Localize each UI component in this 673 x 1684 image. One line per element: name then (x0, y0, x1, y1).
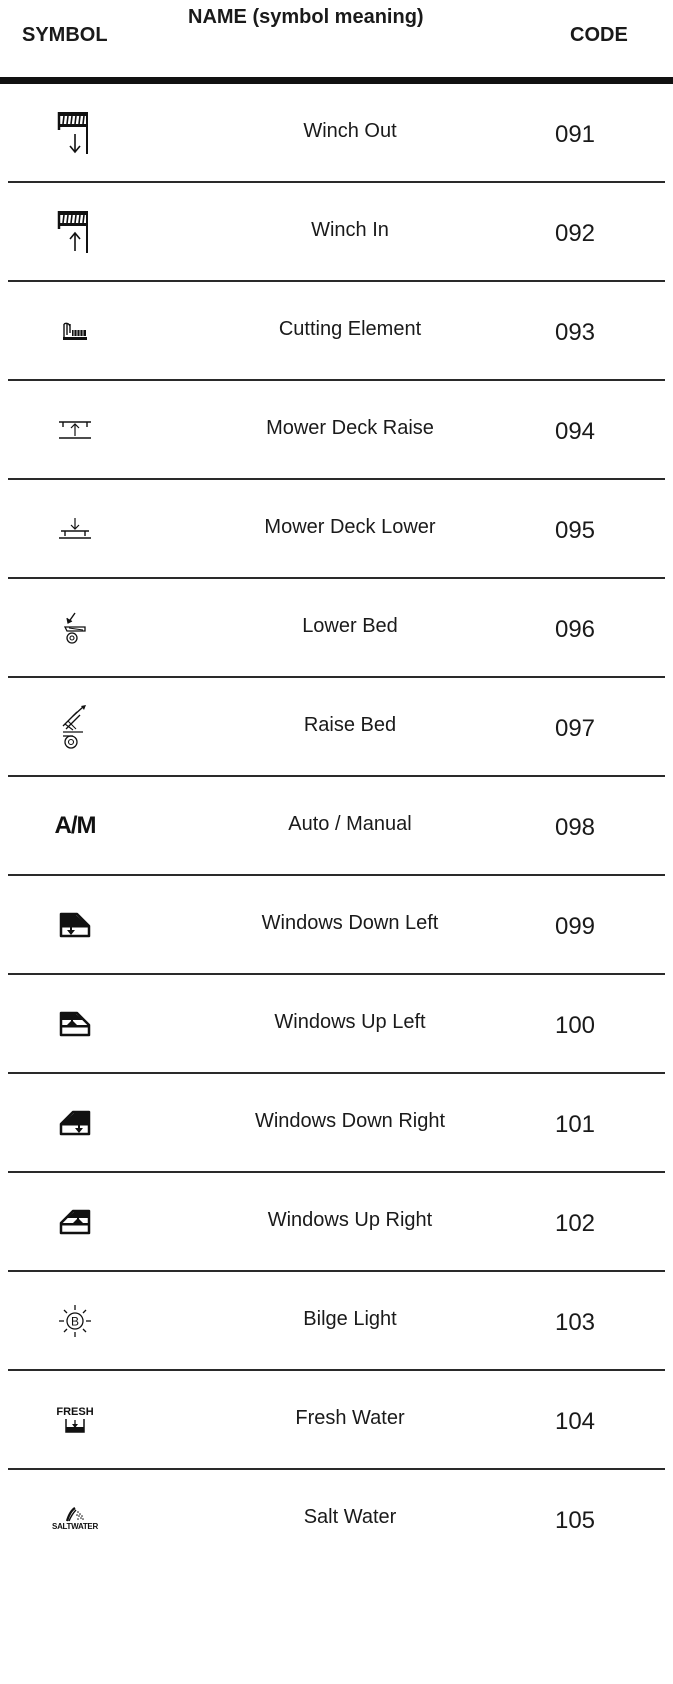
symbol-code: 094 (554, 417, 596, 445)
symbol-code: 105 (554, 1506, 596, 1534)
symbol-name: Fresh Water (295, 1407, 405, 1429)
salt-water-icon: SALTWATER (30, 1470, 120, 1567)
table-row: Windows Up Right 102 (0, 1173, 673, 1272)
mower-deck-raise-icon (30, 381, 120, 478)
table-row: FRESH Fresh Water 104 (0, 1371, 673, 1470)
symbol-code: 098 (554, 813, 596, 841)
symbol-name: Cutting Element (278, 318, 422, 340)
code-column-header: CODE (570, 24, 628, 46)
symbol-code: 102 (554, 1209, 596, 1237)
cutting-element-icon (30, 282, 120, 379)
table-row: SALTWATER Salt Water 105 (0, 1470, 673, 1569)
symbol-code: 101 (554, 1110, 596, 1138)
symbol-name: Lower Bed (302, 615, 398, 637)
symbol-name: Raise Bed (303, 714, 397, 736)
symbol-code: 096 (554, 615, 596, 643)
auto-manual-icon: A/M (30, 777, 120, 874)
bilge-light-icon-letter: B (71, 1314, 79, 1328)
fresh-water-icon-label: FRESH (56, 1405, 94, 1418)
symbol-code: 093 (554, 318, 596, 346)
symbol-name: Mower Deck Raise (266, 417, 434, 439)
symbol-code: 103 (554, 1308, 596, 1336)
windows-down-left-icon (30, 876, 120, 973)
symbol-name: Salt Water (303, 1506, 397, 1528)
lower-bed-icon (30, 579, 120, 676)
symbol-name: Windows Up Right (267, 1209, 433, 1231)
table-row: Windows Down Left 099 (0, 876, 673, 975)
symbol-code: 097 (554, 714, 596, 742)
table-row: A/M Auto / Manual 098 (0, 777, 673, 876)
windows-down-right-icon (30, 1074, 120, 1171)
symbol-code: 099 (554, 912, 596, 940)
table-row: Mower Deck Raise 094 (0, 381, 673, 480)
symbol-code: 104 (554, 1407, 596, 1435)
raise-bed-icon (30, 678, 120, 775)
symbol-code: 100 (554, 1011, 596, 1039)
windows-up-left-icon (30, 975, 120, 1072)
symbol-code: 091 (554, 120, 596, 148)
windows-up-right-icon (30, 1173, 120, 1270)
symbol-column-header: SYMBOL (22, 24, 108, 46)
table-row: Mower Deck Lower 095 (0, 480, 673, 579)
table-row: Winch Out 091 (0, 84, 673, 183)
bilge-light-icon: B (30, 1272, 120, 1369)
table-header: SYMBOL NAME (symbol meaning) CODE (0, 0, 673, 84)
name-column-header: NAME (symbol meaning) (188, 6, 424, 28)
salt-water-icon-label: SALTWATER (52, 1521, 98, 1531)
winch-in-icon (30, 183, 120, 280)
symbol-name: Windows Down Right (254, 1110, 446, 1132)
table-row: Winch In 092 (0, 183, 673, 282)
auto-manual-icon-text: A/M (54, 811, 97, 839)
table-row: Raise Bed 097 (0, 678, 673, 777)
symbol-name: Winch In (311, 219, 389, 241)
symbol-name: Bilge Light (303, 1308, 397, 1330)
symbol-name: Windows Down Left (261, 912, 439, 934)
fresh-water-icon: FRESH (30, 1371, 120, 1468)
table-row: B Bilge Light 103 (0, 1272, 673, 1371)
table-row: Windows Down Right 101 (0, 1074, 673, 1173)
table-row: Windows Up Left 100 (0, 975, 673, 1074)
table-row: Lower Bed 096 (0, 579, 673, 678)
symbol-code: 095 (554, 516, 596, 544)
symbol-code: 092 (554, 219, 596, 247)
header-divider (0, 77, 673, 84)
winch-out-icon (30, 84, 120, 181)
table-row: Cutting Element 093 (0, 282, 673, 381)
symbol-name: Auto / Manual (288, 813, 412, 835)
symbol-name: Mower Deck Lower (264, 516, 436, 538)
symbol-name: Windows Up Left (274, 1011, 426, 1033)
mower-deck-lower-icon (30, 480, 120, 577)
symbol-name: Winch Out (303, 120, 397, 142)
